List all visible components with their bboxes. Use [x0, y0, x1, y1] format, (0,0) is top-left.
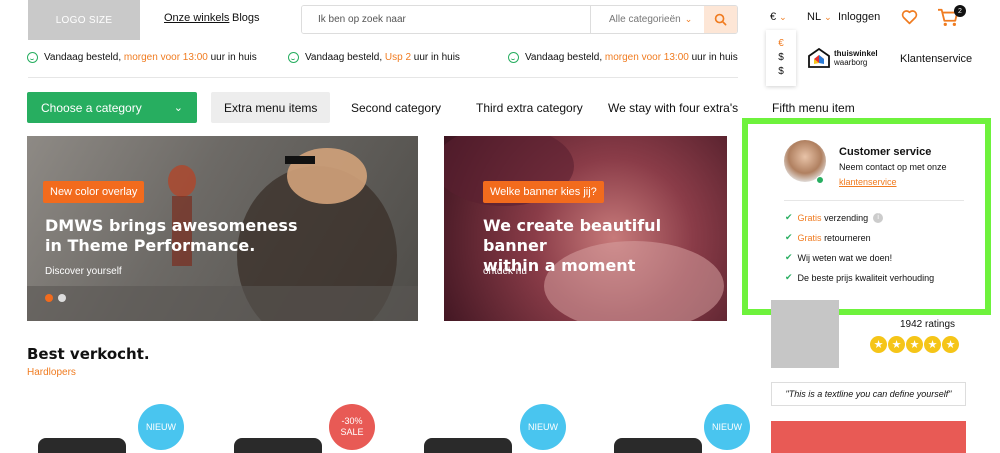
- nav-link-blogs[interactable]: Blogs: [232, 12, 260, 24]
- customer-service-box: Customer service Neem contact op met onz…: [742, 118, 991, 315]
- checklist-item: ✔ Wij weten wat we doen!: [785, 252, 893, 263]
- klantenservice-link[interactable]: Klantenservice: [900, 53, 972, 65]
- thuiswinkel-logo-icon: [808, 48, 830, 68]
- new-badge: NIEUW: [138, 404, 184, 450]
- star-icon: ★: [942, 336, 959, 353]
- chevron-down-icon: ⌄: [779, 11, 787, 22]
- carousel-dot[interactable]: [58, 294, 66, 302]
- star-icon: ★: [924, 336, 941, 353]
- rating-logo-placeholder: [771, 300, 839, 368]
- search-icon: [714, 13, 727, 26]
- chevron-down-icon: ⌄: [824, 11, 832, 22]
- cart-count-badge: 2: [954, 5, 966, 17]
- check-icon: ✔: [785, 272, 793, 282]
- usp-text: Vandaag besteld, Usp 2 uur in huis: [305, 52, 460, 63]
- currency-option[interactable]: $: [778, 66, 784, 77]
- heart-icon: [901, 10, 918, 25]
- custom-textline: "This is a textline you can define yours…: [771, 382, 966, 406]
- chevron-down-icon: ⌄: [173, 102, 183, 114]
- divider: [28, 77, 738, 78]
- check-icon: ✔: [785, 232, 793, 242]
- section-subtitle-link[interactable]: Hardlopers: [27, 367, 76, 378]
- customer-service-title: Customer service: [839, 146, 932, 158]
- new-badge: NIEUW: [704, 404, 750, 450]
- currency-option[interactable]: €: [778, 38, 784, 49]
- ratings-count: 1942 ratings: [900, 319, 956, 330]
- new-badge: NIEUW: [520, 404, 566, 450]
- banner-cta[interactable]: Discover yourself: [45, 266, 122, 277]
- wishlist-button[interactable]: [901, 9, 918, 30]
- usp-text: Vandaag besteld, morgen voor 13:00 uur i…: [44, 52, 257, 63]
- category-select-label: Alle categorieën: [609, 14, 681, 25]
- menu-item-fourth[interactable]: We stay with four extra's: [608, 92, 738, 123]
- thuiswinkel-text: thuiswinkel waarborg: [834, 49, 878, 67]
- currency-label: €: [770, 11, 777, 23]
- product-image[interactable]: [38, 438, 126, 453]
- usp-item: Vandaag besteld, Usp 2 uur in huis: [288, 52, 460, 63]
- banner-tag: Welke banner kies jij?: [483, 181, 604, 203]
- check-icon: ✔: [785, 212, 793, 222]
- menu-item-second[interactable]: Second category: [351, 92, 441, 123]
- checklist-item: ✔ De beste prijs kwaliteit verhouding: [785, 272, 935, 283]
- carousel-dot-active[interactable]: [45, 294, 53, 302]
- divider: [784, 200, 964, 201]
- sale-badge: -30% SALE: [329, 404, 375, 450]
- chevron-down-icon: ⌄: [684, 14, 693, 24]
- menu-item-third[interactable]: Third extra category: [476, 92, 583, 123]
- smiley-icon: [288, 52, 299, 63]
- smiley-icon: [27, 52, 38, 63]
- choose-category-button[interactable]: Choose a category ⌄: [27, 92, 197, 123]
- klantenservice-link[interactable]: klantenservice: [839, 177, 897, 187]
- currency-select[interactable]: € ⌄: [770, 11, 787, 23]
- smiley-icon: [508, 52, 519, 63]
- promo-banner[interactable]: Welke banner kies jij? We create beautif…: [444, 136, 727, 321]
- product-image[interactable]: [424, 438, 512, 453]
- info-icon[interactable]: i: [873, 212, 884, 223]
- online-status-dot: [816, 176, 824, 184]
- nav-link-onze-winkels[interactable]: Onze winkels: [164, 12, 229, 24]
- choose-category-label: Choose a category: [41, 100, 142, 115]
- logo[interactable]: LOGO SIZE: [28, 0, 140, 40]
- thuiswinkel-badge[interactable]: thuiswinkel waarborg: [808, 48, 878, 68]
- promo-block[interactable]: [771, 421, 966, 453]
- category-select[interactable]: Alle categorieën ⌄: [590, 6, 704, 33]
- checklist-item: ✔ Gratis verzending i: [785, 212, 934, 223]
- language-select[interactable]: NL ⌄: [807, 11, 832, 23]
- search-bar: Alle categorieën ⌄: [301, 5, 738, 34]
- usp-item: Vandaag besteld, morgen voor 13:00 uur i…: [27, 52, 257, 63]
- banner-tag: New color overlay: [43, 181, 145, 203]
- product-image[interactable]: [234, 438, 322, 453]
- currency-option[interactable]: $: [778, 52, 784, 63]
- usp-text: Vandaag besteld, morgen voor 13:00 uur i…: [525, 52, 738, 63]
- check-icon: ✔: [785, 252, 793, 262]
- banner-title: DMWS brings awesomeness in Theme Perform…: [45, 216, 298, 255]
- menu-item-extra[interactable]: Extra menu items: [211, 92, 331, 123]
- language-label: NL: [807, 11, 822, 23]
- search-input[interactable]: [302, 6, 590, 33]
- section-title: Best verkocht.: [27, 345, 150, 363]
- banner-cta[interactable]: ontdek nu: [483, 266, 527, 277]
- star-icon: ★: [888, 336, 905, 353]
- checklist-item: ✔ Gratis retourneren: [785, 232, 871, 243]
- login-link[interactable]: Inloggen: [838, 11, 880, 23]
- hero-banner[interactable]: New color overlay DMWS brings awesomenes…: [27, 136, 418, 321]
- search-button[interactable]: [704, 6, 737, 33]
- star-icon: ★: [870, 336, 887, 353]
- rating-stars: ★ ★ ★ ★ ★: [870, 336, 959, 353]
- usp-checklist: ✔ Gratis verzending i ✔ Gratis retourner…: [785, 212, 934, 283]
- usp-item: Vandaag besteld, morgen voor 13:00 uur i…: [508, 52, 738, 63]
- customer-service-text: Neem contact op met onze: [839, 162, 947, 172]
- currency-dropdown: € $ $: [766, 30, 796, 86]
- product-image[interactable]: [614, 438, 702, 453]
- star-icon: ★: [906, 336, 923, 353]
